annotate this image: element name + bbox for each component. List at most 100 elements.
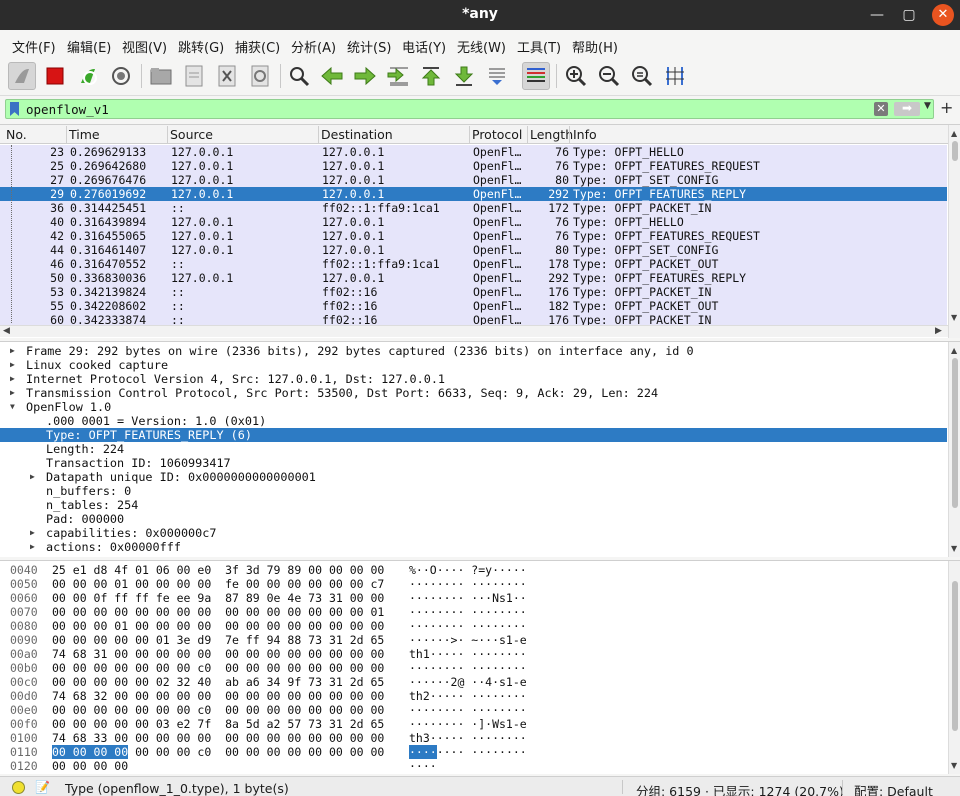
open-file-icon[interactable] — [147, 62, 175, 90]
menu-capture[interactable]: 捕获(C) — [235, 37, 280, 56]
go-last-packet-icon[interactable] — [450, 62, 478, 90]
save-file-icon[interactable] — [180, 62, 208, 90]
menu-tools[interactable]: 工具(T) — [517, 37, 561, 56]
zoom-normal-icon[interactable] — [628, 62, 656, 90]
stop-capture-icon[interactable] — [41, 62, 69, 90]
packet-cell-src: 127.0.0.1 — [171, 187, 234, 201]
packet-row[interactable]: 27 0.269676476 127.0.0.1 127.0.0.1 OpenFl… 80… — [0, 173, 947, 187]
menu-go[interactable]: 跳转(G) — [178, 37, 224, 56]
packet-details-scrollbar[interactable]: ▲ ▼ — [948, 342, 960, 557]
go-back-icon[interactable] — [318, 62, 346, 90]
packet-list-hscrollbar[interactable]: ◀ ▶ — [0, 325, 948, 337]
go-first-packet-icon[interactable] — [417, 62, 445, 90]
clear-filter-icon[interactable]: ✕ — [874, 102, 888, 116]
column-time[interactable]: Time — [69, 127, 100, 142]
menu-statistics[interactable]: 统计(S) — [347, 37, 391, 56]
column-info[interactable]: Info — [573, 127, 597, 142]
detail-tree-item[interactable]: ▶ Transmission Control Protocol, Src Port… — [0, 386, 947, 400]
status-profile[interactable]: 配置: Default — [854, 781, 933, 796]
detail-tree-item[interactable]: ▶ Frame 29: 292 bytes on wire (2336 bits)… — [0, 344, 947, 358]
resize-columns-icon[interactable] — [661, 62, 689, 90]
detail-tree-item[interactable]: .000 0001 = Version: 1.0 (0x01) — [0, 414, 947, 428]
detail-tree-item[interactable]: n_tables: 254 — [0, 498, 947, 512]
apply-filter-icon[interactable]: ➡ — [894, 102, 920, 116]
detail-tree-item[interactable]: n_buffers: 0 — [0, 484, 947, 498]
packet-row[interactable]: 23 0.269629133 127.0.0.1 127.0.0.1 OpenFl… 76… — [0, 145, 947, 159]
packet-row[interactable]: 40 0.316439894 127.0.0.1 127.0.0.1 OpenFl… 76… — [0, 215, 947, 229]
close-file-icon[interactable] — [213, 62, 241, 90]
menu-file[interactable]: 文件(F) — [12, 37, 56, 56]
bookmark-icon[interactable] — [10, 102, 19, 116]
menu-telephony[interactable]: 电话(Y) — [402, 37, 446, 56]
zoom-in-icon[interactable] — [562, 62, 590, 90]
packet-details: ▶ Frame 29: 292 bytes on wire (2336 bits)… — [0, 341, 960, 557]
packet-bytes-scrollbar[interactable]: ▼ — [948, 561, 960, 774]
packet-row[interactable]: 25 0.269642680 127.0.0.1 127.0.0.1 OpenFl… 76… — [0, 159, 947, 173]
packet-cell-proto: OpenFl… — [473, 271, 522, 285]
window-title: *any — [462, 6, 498, 22]
column-length[interactable]: Length — [530, 127, 573, 142]
hex-bytes: 25 e1 d8 4f 01 06 00 e0 3f 3d 79 89 00 0… — [52, 563, 385, 577]
maximize-button[interactable]: ▢ — [898, 4, 920, 26]
expand-arrow-icon[interactable]: ▶ — [10, 358, 15, 372]
hex-offset: 00e0 — [10, 703, 38, 717]
packet-row[interactable]: 29 0.276019692 127.0.0.1 127.0.0.1 OpenFl… 29… — [0, 187, 947, 201]
packet-row[interactable]: 44 0.316461407 127.0.0.1 127.0.0.1 OpenFl… 80… — [0, 243, 947, 257]
expand-arrow-icon[interactable]: ▶ — [30, 470, 35, 484]
display-filter-input[interactable] — [26, 101, 866, 117]
close-button[interactable]: ✕ — [932, 4, 954, 26]
menu-view[interactable]: 视图(V) — [122, 37, 167, 56]
restart-capture-icon[interactable] — [74, 62, 102, 90]
column-destination[interactable]: Destination — [321, 127, 393, 142]
packet-row[interactable]: 55 0.342208602:: ff02::16 OpenFl… 182 Type: O… — [0, 299, 947, 313]
packet-row[interactable]: 46 0.316470552:: ff02::1:ffa9:1ca1 OpenFl… 1… — [0, 257, 947, 271]
column-protocol[interactable]: Protocol — [472, 127, 522, 142]
menu-help[interactable]: 帮助(H) — [572, 37, 618, 56]
expert-info-icon[interactable] — [12, 781, 25, 794]
detail-tree-item[interactable]: ▶ Datapath unique ID: 0x0000000000000001 — [0, 470, 947, 484]
detail-tree-item[interactable]: ▼ OpenFlow 1.0 — [0, 400, 947, 414]
menu-wireless[interactable]: 无线(W) — [457, 37, 506, 56]
hex-ascii: ···· — [409, 759, 437, 773]
detail-tree-item[interactable]: Type: OFPT_FEATURES_REPLY (6) — [0, 428, 947, 442]
expand-arrow-icon[interactable]: ▶ — [30, 540, 35, 554]
capture-options-icon[interactable] — [107, 62, 135, 90]
go-to-packet-icon[interactable] — [384, 62, 412, 90]
hex-bytes: 00 00 00 00 00 00 00 c0 00 00 00 00 00 0… — [52, 703, 385, 717]
add-filter-button-icon[interactable]: + — [940, 98, 953, 117]
packet-cell-no: 53 — [50, 285, 64, 299]
packet-row[interactable]: 50 0.336830036 127.0.0.1 127.0.0.1 OpenFl… 29… — [0, 271, 947, 285]
auto-scroll-icon[interactable] — [483, 62, 511, 90]
expand-arrow-icon[interactable]: ▶ — [10, 344, 15, 358]
packet-cell-dst: 127.0.0.1 — [322, 271, 385, 285]
expand-arrow-icon[interactable]: ▶ — [10, 372, 15, 386]
detail-tree-item[interactable]: Length: 224 — [0, 442, 947, 456]
packet-row[interactable]: 53 0.342139824:: ff02::16 OpenFl… 176 Type: O… — [0, 285, 947, 299]
zoom-out-icon[interactable] — [595, 62, 623, 90]
column-source[interactable]: Source — [170, 127, 213, 142]
minimize-button[interactable]: — — [866, 4, 888, 26]
packet-list-scrollbar[interactable]: ▲ ▼ — [948, 125, 960, 338]
packet-row[interactable]: 36 0.314425451:: ff02::1:ffa9:1ca1 OpenFl… 1… — [0, 201, 947, 215]
detail-tree-item[interactable]: ▶ capabilities: 0x000000c7 — [0, 526, 947, 540]
capture-comment-icon[interactable]: 📝 — [35, 780, 50, 794]
packet-row[interactable]: 42 0.316455065 127.0.0.1 127.0.0.1 OpenFl… 76… — [0, 229, 947, 243]
colorize-icon[interactable] — [522, 62, 550, 90]
menu-edit[interactable]: 编辑(E) — [67, 37, 111, 56]
detail-tree-item[interactable]: ▶ Linux cooked capture — [0, 358, 947, 372]
filter-history-dropdown-icon[interactable]: ▼ — [924, 101, 931, 111]
collapse-arrow-icon[interactable]: ▼ — [10, 400, 15, 414]
detail-tree-item[interactable]: ▶ Internet Protocol Version 4, Src: 127.0… — [0, 372, 947, 386]
find-packet-icon[interactable] — [285, 62, 313, 90]
menu-analyze[interactable]: 分析(A) — [291, 37, 336, 56]
column-no[interactable]: No. — [6, 127, 27, 142]
detail-tree-item[interactable]: ▶ actions: 0x00000fff — [0, 540, 947, 554]
hex-ascii: ········ ········ — [409, 619, 527, 633]
expand-arrow-icon[interactable]: ▶ — [10, 386, 15, 400]
reload-file-icon[interactable] — [246, 62, 274, 90]
go-forward-icon[interactable] — [351, 62, 379, 90]
start-capture-icon[interactable] — [8, 62, 36, 90]
detail-tree-item[interactable]: Transaction ID: 1060993417 — [0, 456, 947, 470]
detail-tree-item[interactable]: Pad: 000000 — [0, 512, 947, 526]
expand-arrow-icon[interactable]: ▶ — [30, 526, 35, 540]
